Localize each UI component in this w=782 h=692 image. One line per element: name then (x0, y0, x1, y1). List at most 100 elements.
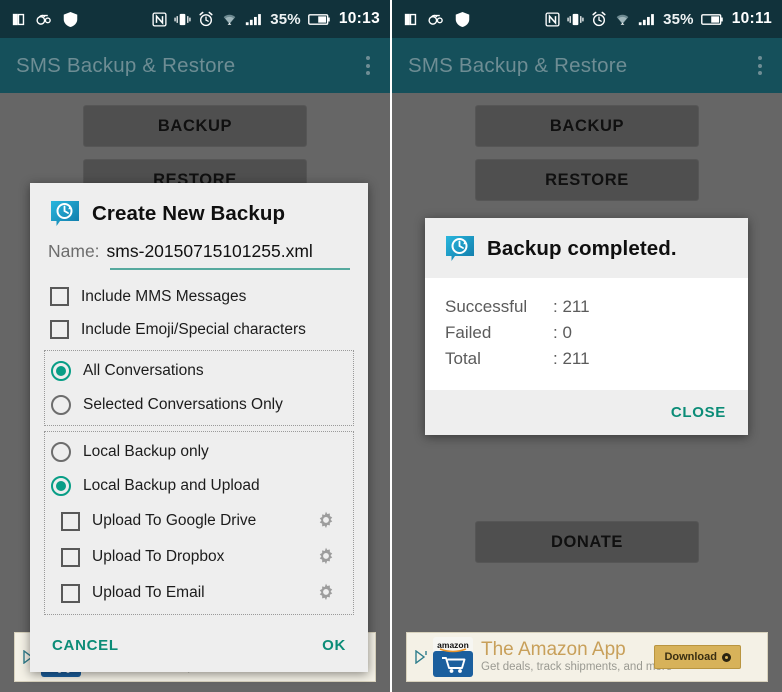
stat-separator: : (553, 323, 558, 342)
ad-download-button[interactable]: Download (654, 645, 741, 669)
dialog-header: Create New Backup (30, 183, 368, 239)
option-label: Upload To Email (92, 584, 205, 601)
radio-icon-selected[interactable] (51, 476, 71, 496)
radio-icon[interactable] (51, 442, 71, 462)
stat-row-total: Total : 211 (445, 346, 728, 372)
checkbox-icon[interactable] (61, 547, 80, 567)
amazon-ad-banner[interactable]: amazon The Amazon App Get deals, track s… (406, 632, 768, 682)
vibrate-icon (174, 12, 191, 27)
nfc-icon (545, 11, 560, 27)
flip-case-icon (10, 11, 27, 28)
checkbox-include-emoji[interactable]: Include Emoji/Special characters (30, 313, 368, 346)
option-label: Include MMS Messages (81, 287, 247, 305)
shield-icon (63, 11, 78, 28)
alarm-icon (198, 11, 214, 27)
app-icon (50, 199, 80, 229)
battery-icon (700, 13, 723, 26)
stat-row-successful: Successful : 211 (445, 294, 728, 320)
dialog-header: Backup completed. (425, 218, 748, 278)
option-label: Upload To Dropbox (92, 548, 225, 565)
left-phone: 35% 10:13 SMS Backup & Restore BACKUP RE… (0, 0, 390, 692)
create-backup-dialog: Create New Backup Name: sms-201507151012… (30, 183, 368, 672)
app-content: BACKUP RESTORE Last Backup on 15 Jul 201… (0, 93, 390, 692)
option-label: Local Backup and Upload (83, 477, 260, 494)
gear-icon[interactable] (315, 546, 337, 568)
svg-text:amazon: amazon (437, 640, 469, 650)
dialog-actions: CLOSE (425, 390, 748, 435)
checkbox-upload-email[interactable]: Upload To Email (45, 575, 353, 611)
wifi-icon (614, 12, 631, 26)
status-bar: 35% 10:13 (0, 0, 390, 38)
overflow-menu-icon[interactable] (754, 50, 766, 81)
stat-label: Failed (445, 323, 492, 342)
options-list: Include MMS Messages Include Emoji/Speci… (30, 270, 368, 615)
option-label: Selected Conversations Only (83, 396, 283, 413)
backup-stats: Successful : 211 Failed : 0 Total : 211 (425, 278, 748, 390)
checkbox-include-mms[interactable]: Include MMS Messages (30, 280, 368, 313)
gear-icon[interactable] (315, 510, 337, 532)
status-clock: 10:13 (338, 10, 380, 27)
name-label: Name: (48, 241, 100, 261)
app-title: SMS Backup & Restore (16, 53, 236, 77)
app-icon (445, 234, 475, 264)
checkbox-icon[interactable] (61, 583, 80, 603)
destination-group: Local Backup only Local Backup and Uploa… (44, 431, 354, 615)
status-right-icons: 35% 10:11 (545, 10, 772, 28)
dialog-title: Create New Backup (92, 202, 286, 225)
vibrate-icon (567, 12, 584, 27)
nfc-icon (152, 11, 167, 27)
stat-value: 211 (562, 297, 590, 316)
dialog-actions: CANCEL OK (30, 615, 368, 672)
dialog-title: Backup completed. (487, 237, 677, 260)
stat-row-failed: Failed : 0 (445, 320, 728, 346)
battery-icon (307, 13, 330, 26)
backup-name-input[interactable]: sms-20150715101255.xml (107, 241, 313, 262)
app-content: BACKUP RESTORE DELETE MESSAGES DONATE (392, 93, 782, 692)
ad-download-label: Download (664, 651, 717, 663)
cancel-button[interactable]: CANCEL (52, 637, 119, 654)
radio-local-backup-only[interactable]: Local Backup only (45, 435, 353, 469)
shield-icon (455, 11, 470, 28)
ad-title: The Amazon App (481, 638, 626, 660)
radio-all-conversations[interactable]: All Conversations (45, 354, 353, 388)
option-label: Upload To Google Drive (92, 512, 257, 529)
option-label: Local Backup only (83, 443, 209, 460)
status-bar: 35% 10:11 (392, 0, 782, 38)
dual-phone-screenshot: 35% 10:13 SMS Backup & Restore BACKUP RE… (0, 0, 782, 692)
status-left-icons (402, 11, 470, 28)
signal-icon (638, 12, 656, 26)
amazon-icon: amazon (433, 637, 473, 677)
stat-value: 0 (562, 323, 572, 342)
checkbox-upload-dropbox[interactable]: Upload To Dropbox (45, 539, 353, 575)
close-button[interactable]: CLOSE (671, 404, 726, 421)
flip-case-icon (402, 11, 419, 28)
stat-label: Successful (445, 297, 528, 316)
radio-local-backup-and-upload[interactable]: Local Backup and Upload (45, 469, 353, 503)
radio-selected-conversations[interactable]: Selected Conversations Only (45, 388, 353, 422)
conversation-scope-group: All Conversations Selected Conversations… (44, 350, 354, 426)
checkbox-icon[interactable] (50, 287, 69, 306)
battery-percent: 35% (270, 10, 301, 28)
wifi-icon (221, 12, 238, 26)
stat-value: 211 (562, 349, 590, 368)
ad-text: The Amazon App Get deals, track shipment… (481, 638, 672, 675)
stat-separator: : (553, 297, 558, 316)
adchoices-icon[interactable] (415, 649, 431, 665)
checkbox-icon[interactable] (50, 320, 69, 339)
action-bar: SMS Backup & Restore (392, 38, 782, 93)
action-bar: SMS Backup & Restore (0, 38, 390, 93)
goggles-icon (428, 12, 446, 26)
download-arrow-icon (722, 652, 731, 662)
gear-icon[interactable] (315, 582, 337, 604)
option-label: Include Emoji/Special characters (81, 320, 306, 338)
radio-icon[interactable] (51, 395, 71, 415)
checkbox-icon[interactable] (61, 511, 80, 531)
ok-button[interactable]: OK (322, 637, 346, 654)
stat-label: Total (445, 349, 481, 368)
status-right-icons: 35% 10:13 (152, 10, 380, 28)
backup-name-row: Name: sms-20150715101255.xml (30, 239, 368, 262)
overflow-menu-icon[interactable] (362, 50, 374, 81)
radio-icon-selected[interactable] (51, 361, 71, 381)
checkbox-upload-google-drive[interactable]: Upload To Google Drive (45, 503, 353, 539)
goggles-icon (36, 12, 54, 26)
